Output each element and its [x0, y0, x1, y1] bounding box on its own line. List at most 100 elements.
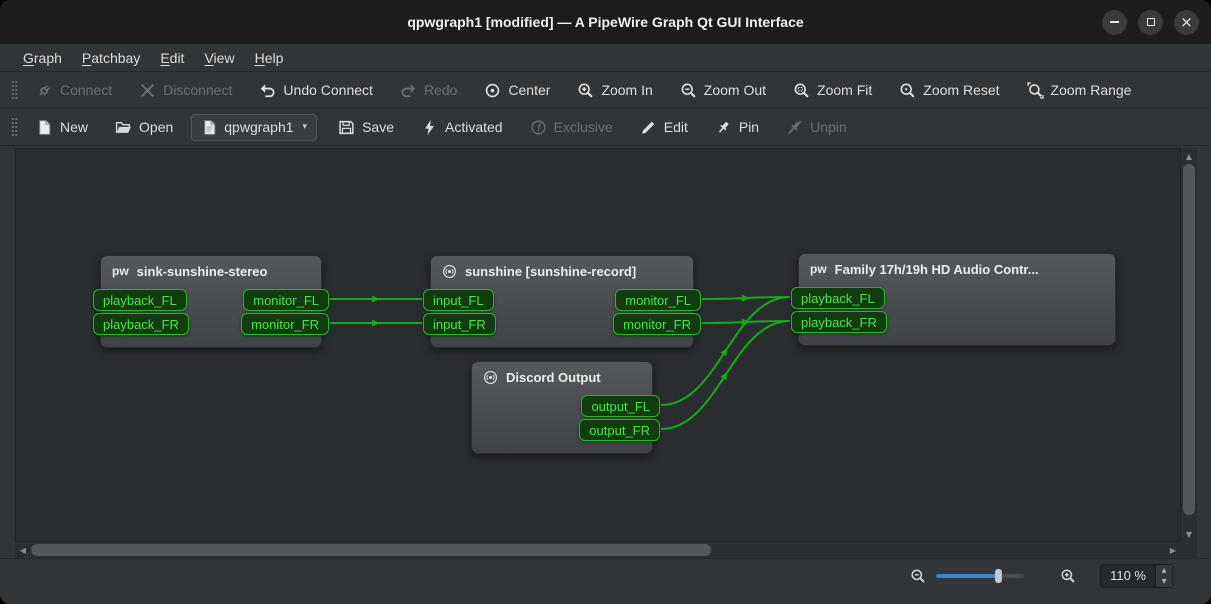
- open-button[interactable]: Open: [106, 113, 182, 142]
- toolbar-handle[interactable]: [11, 117, 18, 137]
- port-input_FR[interactable]: input_FR: [423, 313, 496, 335]
- zoom-slider-track[interactable]: [936, 574, 1024, 578]
- zoom-range-button[interactable]: Zoom Range: [1018, 76, 1141, 105]
- minimize-icon: [1110, 21, 1119, 23]
- titlebar[interactable]: qpwgraph1 [modified] — A PipeWire Graph …: [0, 0, 1211, 44]
- zoom-out-icon[interactable]: [910, 568, 926, 584]
- unpin-button[interactable]: Unpin: [777, 113, 856, 142]
- port-monitor_FL[interactable]: monitor_FL: [615, 289, 701, 311]
- chevron-down-icon: ▾: [303, 122, 308, 132]
- port-output_FL[interactable]: output_FL: [581, 395, 660, 417]
- unpin-icon: [786, 119, 803, 136]
- scroll-up-icon[interactable]: ▲: [1181, 148, 1197, 164]
- save-button[interactable]: Save: [329, 113, 403, 142]
- zoom-out-button[interactable]: Zoom Out: [671, 76, 775, 105]
- undo-icon: [259, 82, 276, 99]
- window-bottom-edge: [0, 592, 1211, 604]
- zoom-value[interactable]: 110 %: [1101, 565, 1155, 587]
- node-discord[interactable]: Discord Outputoutput_FLoutput_FR: [471, 361, 653, 454]
- menu-edit[interactable]: Edit: [151, 47, 193, 69]
- center-button[interactable]: Center: [475, 76, 559, 105]
- scroll-left-icon[interactable]: ◀: [15, 542, 31, 558]
- port-output_FR[interactable]: output_FR: [579, 419, 660, 441]
- toolbar-graph: Connect Disconnect Undo Connect Redo Cen…: [0, 72, 1211, 109]
- session-combobox[interactable]: qpwgraph1 ▾: [191, 114, 317, 141]
- node-header[interactable]: sunshine [sunshine-record]: [431, 256, 693, 286]
- disconnect-button[interactable]: Disconnect: [130, 76, 241, 105]
- horizontal-scrollbar[interactable]: ◀ ▶: [15, 542, 1181, 558]
- node-title: Family 17h/19h HD Audio Contr...: [835, 262, 1039, 277]
- node-sink[interactable]: pwsink-sunshine-stereoplayback_FLmonitor…: [100, 255, 322, 348]
- connect-button[interactable]: Connect: [27, 76, 121, 105]
- port-input_FL[interactable]: input_FL: [423, 289, 494, 311]
- window-controls: ×: [1102, 0, 1199, 44]
- toolbar-handle[interactable]: [11, 80, 18, 100]
- port-playback_FR[interactable]: playback_FR: [93, 313, 189, 335]
- vscroll-track[interactable]: [1183, 164, 1195, 526]
- menu-help[interactable]: Help: [246, 47, 293, 69]
- scroll-down-icon[interactable]: ▼: [1181, 526, 1197, 542]
- zoom-spinbox[interactable]: 110 % ▲ ▼: [1100, 564, 1173, 588]
- pin-button[interactable]: Pin: [706, 113, 768, 142]
- pencil-icon: [640, 119, 657, 136]
- scrollbar-corner: [1181, 542, 1197, 558]
- menu-patchbay[interactable]: Patchbay: [73, 47, 149, 69]
- wire-arrow-icon: [742, 294, 750, 301]
- graph-canvas[interactable]: pwsink-sunshine-stereoplayback_FLmonitor…: [15, 148, 1181, 542]
- app-window: qpwgraph1 [modified] — A PipeWire Graph …: [0, 0, 1211, 604]
- menu-graph[interactable]: Graph: [14, 47, 71, 69]
- zoom-fit-button[interactable]: Zoom Fit: [784, 76, 881, 105]
- node-family[interactable]: pwFamily 17h/19h HD Audio Contr...playba…: [798, 253, 1116, 346]
- minimize-button[interactable]: [1102, 10, 1127, 35]
- vertical-scrollbar[interactable]: ▲ ▼: [1181, 148, 1197, 542]
- pipewire-icon: pw: [810, 262, 827, 276]
- close-button[interactable]: ×: [1174, 10, 1199, 35]
- toolbar-file: New Open qpwgraph1 ▾ Save Activated f Ex…: [0, 109, 1211, 146]
- zoom-in-icon[interactable]: [1060, 568, 1076, 584]
- hscroll-track[interactable]: [31, 544, 1165, 556]
- window-title: qpwgraph1 [modified] — A PipeWire Graph …: [407, 14, 803, 30]
- pipewire-icon: pw: [112, 264, 129, 278]
- redo-icon: [400, 82, 417, 99]
- zoom-range-icon: [1027, 82, 1044, 99]
- port-playback_FL[interactable]: playback_FL: [93, 289, 187, 311]
- scroll-right-icon[interactable]: ▶: [1165, 542, 1181, 558]
- port-playback_FR[interactable]: playback_FR: [791, 311, 887, 333]
- node-header[interactable]: pwsink-sunshine-stereo: [101, 256, 321, 286]
- port-playback_FL[interactable]: playback_FL: [791, 287, 885, 309]
- hscroll-thumb[interactable]: [31, 544, 711, 556]
- node-title: sunshine [sunshine-record]: [465, 264, 636, 279]
- node-header[interactable]: pw Family 17h/19h HD Audio Contr...: [799, 254, 1115, 284]
- graph-area: pwsink-sunshine-stereoplayback_FLmonitor…: [15, 148, 1197, 558]
- zoom-slider-fill: [936, 574, 998, 578]
- port-spacer: [464, 419, 465, 441]
- wire-arrow-icon: [372, 320, 380, 327]
- node-header[interactable]: Discord Output: [472, 362, 652, 392]
- exclusive-button[interactable]: f Exclusive: [521, 113, 622, 142]
- activated-button[interactable]: Activated: [412, 113, 512, 142]
- zoom-spin-up-icon[interactable]: ▲: [1156, 565, 1172, 576]
- port-monitor_FL[interactable]: monitor_FL: [243, 289, 329, 311]
- port-spacer: [464, 395, 465, 417]
- port-monitor_FR[interactable]: monitor_FR: [613, 313, 701, 335]
- zoom-reset-button[interactable]: Zoom Reset: [890, 76, 1008, 105]
- zoom-in-button[interactable]: Zoom In: [568, 76, 661, 105]
- node-title: Discord Output: [506, 370, 601, 385]
- menu-view[interactable]: View: [195, 47, 243, 69]
- zoom-slider[interactable]: [936, 567, 1024, 585]
- new-file-icon: [36, 119, 53, 136]
- redo-button[interactable]: Redo: [391, 76, 466, 105]
- vscroll-thumb[interactable]: [1183, 164, 1195, 515]
- node-sunshine[interactable]: sunshine [sunshine-record]input_FLmonito…: [430, 255, 694, 348]
- disconnect-icon: [139, 82, 156, 99]
- edit-button[interactable]: Edit: [631, 113, 697, 142]
- zoom-spin-down-icon[interactable]: ▼: [1156, 576, 1172, 587]
- port-monitor_FR[interactable]: monitor_FR: [241, 313, 329, 335]
- session-file-icon: [201, 119, 218, 136]
- new-button[interactable]: New: [27, 113, 97, 142]
- maximize-button[interactable]: [1138, 10, 1163, 35]
- undo-connect-button[interactable]: Undo Connect: [250, 76, 382, 105]
- zoom-slider-handle[interactable]: [995, 569, 1002, 583]
- connect-icon: [36, 82, 53, 99]
- save-icon: [338, 119, 355, 136]
